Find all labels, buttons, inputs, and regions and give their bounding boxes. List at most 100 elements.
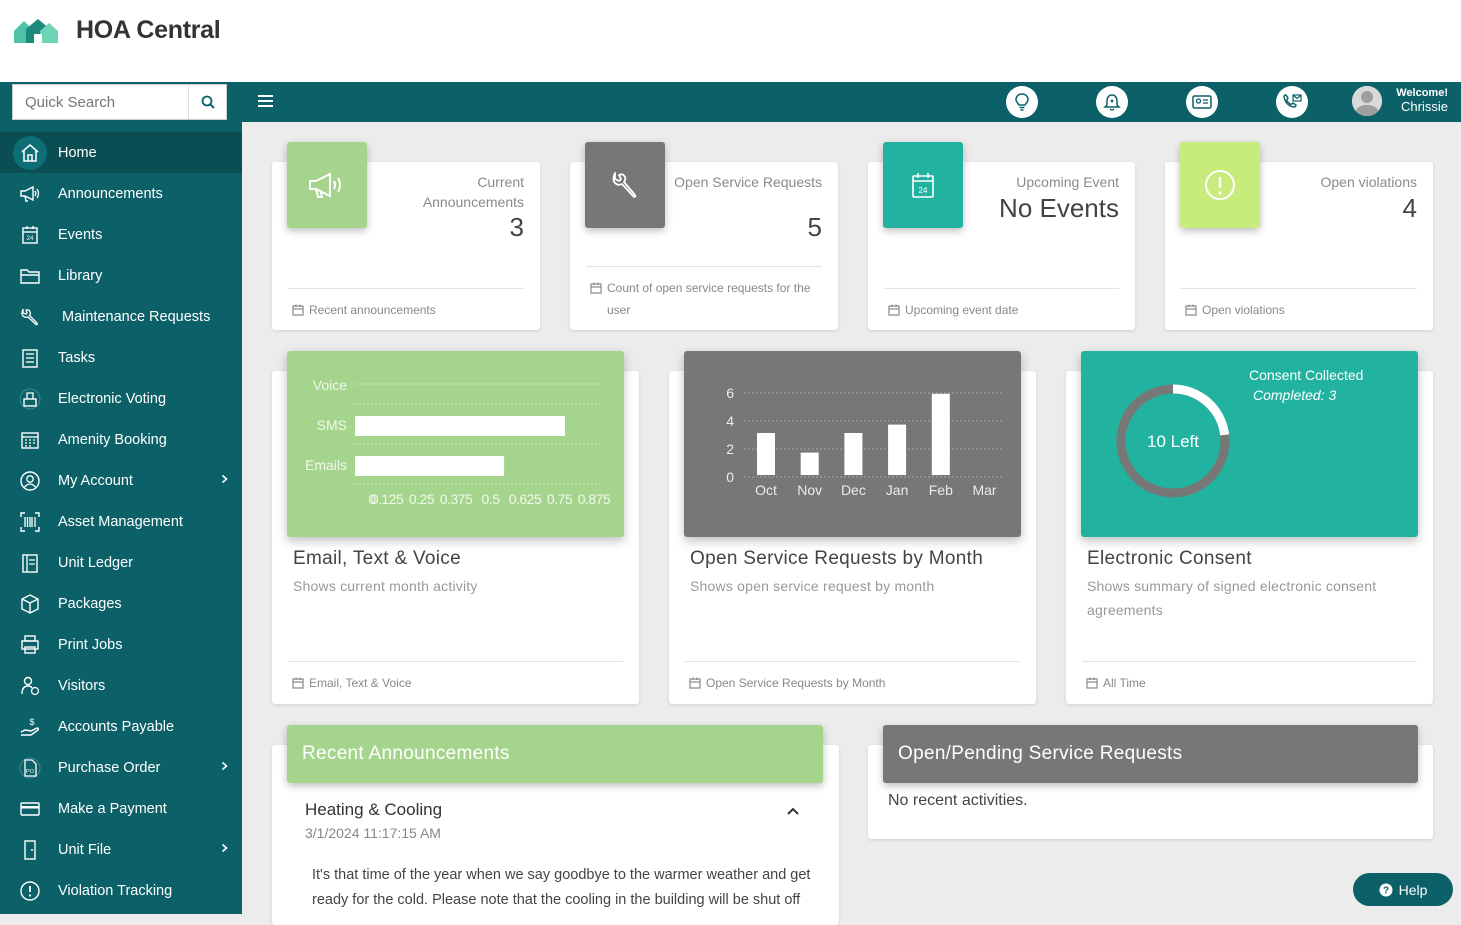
svg-text:?: ? (1383, 885, 1389, 896)
sidebar-nav: Home Announcements 24 Events Library Maintena… (0, 132, 242, 911)
stat-card-announcements[interactable]: Current Announcements 3 Recent announcem… (272, 142, 540, 330)
x-tick-label: 0.5 (482, 491, 501, 507)
bar-nov (800, 452, 819, 475)
home-icon (0, 135, 58, 170)
user-name: Chrissie (1401, 99, 1448, 114)
question-circle-icon: ? (1379, 883, 1393, 896)
panel-footer: Open Service Requests by Month (689, 672, 1022, 694)
panel-service-requests-by-month: 0 2 4 6 Oct Nov Dec Jan Feb Mar Open Service Requ… (669, 351, 1036, 704)
svg-text:24: 24 (919, 186, 928, 195)
app-title: HOA Central (76, 16, 221, 44)
directory-button[interactable] (1186, 86, 1218, 118)
svg-text:$: $ (29, 717, 34, 727)
ideas-button[interactable] (1006, 86, 1038, 118)
ballot-box-icon (0, 388, 58, 410)
svg-text:24: 24 (27, 236, 34, 242)
app-logo[interactable]: HOA Central (12, 16, 221, 45)
sidebar-item-events[interactable]: 24 Events (0, 214, 242, 255)
service-requests-chart: 0 2 4 6 Oct Nov Dec Jan Feb Mar (684, 351, 1021, 537)
stat-label: Open Service Requests (674, 174, 822, 190)
sidebar-item-my-account[interactable]: My Account (0, 460, 242, 501)
chevron-right-icon (221, 842, 228, 856)
panel-footer-text: Email, Text & Voice (309, 676, 412, 690)
pending-service-requests-header: Open/Pending Service Requests (883, 725, 1418, 783)
sidebar-item-electronic-voting[interactable]: Electronic Voting (0, 378, 242, 419)
sidebar-item-label: Unit Ledger (58, 554, 133, 571)
sidebar-item-maintenance-requests[interactable]: Maintenance Requests (0, 296, 242, 337)
hamburger-icon (258, 95, 273, 107)
search-icon (201, 95, 215, 109)
notifications-button[interactable] (1096, 86, 1128, 118)
search-input[interactable] (13, 85, 189, 119)
sidebar-item-label: Purchase Order (58, 759, 161, 776)
megaphone-icon (0, 183, 58, 205)
service-requests-bar-chart: 0 2 4 6 Oct Nov Dec Jan Feb Mar (726, 385, 1002, 498)
avatar[interactable] (1352, 86, 1382, 116)
contact-button[interactable] (1276, 86, 1308, 118)
sidebar-item-label: Make a Payment (58, 800, 167, 817)
panel-title: Open Service Requests by Month (690, 548, 984, 569)
exclamation-circle-icon (0, 880, 58, 902)
stat-card-service-requests[interactable]: Open Service Requests 5 Count of open se… (570, 142, 838, 330)
sidebar-item-label: Maintenance Requests (62, 308, 211, 325)
sidebar-item-unit-ledger[interactable]: Unit Ledger (0, 542, 242, 583)
y-tick-label: 6 (726, 385, 734, 401)
category-label: Emails (305, 457, 347, 473)
user-welcome[interactable]: Welcome! Chrissie (1396, 87, 1448, 113)
stat-card-violations[interactable]: Open violations 4 Open violations (1165, 142, 1433, 330)
sidebar-item-violation-tracking[interactable]: Violation Tracking (0, 870, 242, 911)
bar-dec (844, 433, 863, 475)
x-tick-label: Oct (755, 482, 777, 498)
credit-card-icon (0, 798, 58, 820)
sidebar-item-asset-management[interactable]: Asset Management (0, 501, 242, 542)
x-tick-label: Mar (972, 482, 996, 498)
house-logo-icon (14, 18, 58, 43)
calendar-icon: 24 (0, 224, 58, 246)
calendar-small-icon (1185, 304, 1197, 316)
menu-toggle-button[interactable] (258, 94, 274, 113)
calendar-small-icon (292, 304, 304, 316)
sidebar-item-print-jobs[interactable]: Print Jobs (0, 624, 242, 665)
calendar-small-icon (1086, 677, 1098, 689)
sidebar-item-tasks[interactable]: Tasks (0, 337, 242, 378)
help-button[interactable]: ? Help (1353, 873, 1453, 906)
sidebar-item-packages[interactable]: Packages (0, 583, 242, 624)
x-tick-label: Nov (797, 482, 822, 498)
panel-title: Electronic Consent (1087, 548, 1252, 569)
sidebar: Home Announcements 24 Events Library Maintena… (0, 82, 242, 914)
sidebar-item-library[interactable]: Library (0, 255, 242, 296)
sidebar-item-unit-file[interactable]: Unit File (0, 829, 242, 870)
stat-icon-box (1180, 142, 1260, 228)
package-icon (0, 593, 58, 615)
sidebar-item-announcements[interactable]: Announcements (0, 173, 242, 214)
sidebar-item-make-a-payment[interactable]: Make a Payment (0, 788, 242, 829)
panel-subtitle: Shows open service request by month (690, 578, 935, 594)
panel-footer: Email, Text & Voice (292, 672, 625, 694)
announcement-title[interactable]: Heating & Cooling (305, 800, 442, 820)
sidebar-item-amenity-booking[interactable]: Amenity Booking (0, 419, 242, 460)
bar-feb (931, 393, 950, 475)
sidebar-item-home[interactable]: Home (0, 132, 242, 173)
category-label: SMS (317, 417, 347, 433)
stat-card-upcoming-event[interactable]: 24 Upcoming Event No Events Upcoming eve… (868, 142, 1135, 330)
y-tick-label: 0 (726, 469, 734, 485)
recent-announcements-header: Recent Announcements (287, 725, 823, 783)
sidebar-item-accounts-payable[interactable]: $ Accounts Payable (0, 706, 242, 747)
sidebar-item-label: Packages (58, 595, 122, 612)
exclamation-circle-icon (1205, 170, 1235, 200)
barcode-scan-icon (0, 511, 58, 533)
panel-communications: Voice SMS Emails 0 0.125 0.25 0.375 0.5 0.625 0.7… (272, 351, 639, 704)
chevron-right-icon (221, 760, 228, 774)
stat-value: 5 (807, 212, 822, 242)
collapse-button[interactable] (786, 803, 800, 821)
bar-emails (355, 456, 505, 476)
sidebar-item-purchase-order[interactable]: PO Purchase Order (0, 747, 242, 788)
stat-footer-text: Upcoming event date (905, 303, 1019, 317)
stat-value: 3 (509, 212, 524, 242)
stat-icon-box: 24 (883, 142, 963, 228)
y-tick-label: 4 (726, 413, 734, 429)
search-button[interactable] (189, 85, 226, 119)
sidebar-item-visitors[interactable]: Visitors (0, 665, 242, 706)
panel-footer-text: All Time (1103, 676, 1146, 690)
stat-footer: Open violations (1185, 299, 1419, 321)
